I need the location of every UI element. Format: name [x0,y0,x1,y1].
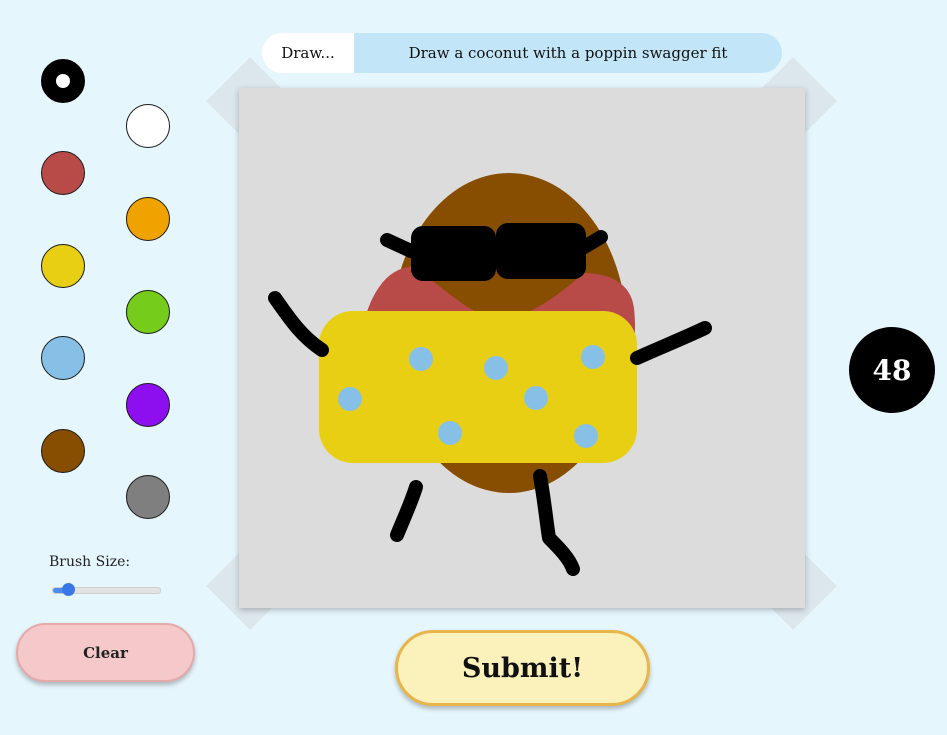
color-swatch-gray[interactable] [126,475,170,519]
submit-button[interactable]: Submit! [395,630,650,706]
drawing-canvas[interactable] [239,88,805,608]
color-swatch-yellow[interactable] [41,244,85,288]
prompt-text: Draw a coconut with a poppin swagger fit [354,33,782,73]
drawing-strokes [268,173,712,576]
prompt-label: Draw... [262,33,354,73]
color-swatch-white[interactable] [126,104,170,148]
color-swatch-black[interactable] [41,59,85,103]
drawing-sunglasses [411,223,586,281]
clear-button[interactable]: Clear [16,623,195,682]
color-swatch-red[interactable] [41,151,85,195]
color-swatch-purple[interactable] [126,383,170,427]
color-swatch-brown[interactable] [41,429,85,473]
color-swatch-orange[interactable] [126,197,170,241]
brush-size-slider[interactable] [52,583,161,596]
countdown-timer: 48 [849,327,935,413]
brush-size-slider-thumb[interactable] [61,583,75,596]
prompt-bar: Draw... Draw a coconut with a poppin swa… [262,33,782,73]
color-swatch-green[interactable] [126,290,170,334]
color-swatch-light-blue[interactable] [41,336,85,380]
brush-size-label: Brush Size: [49,554,131,570]
